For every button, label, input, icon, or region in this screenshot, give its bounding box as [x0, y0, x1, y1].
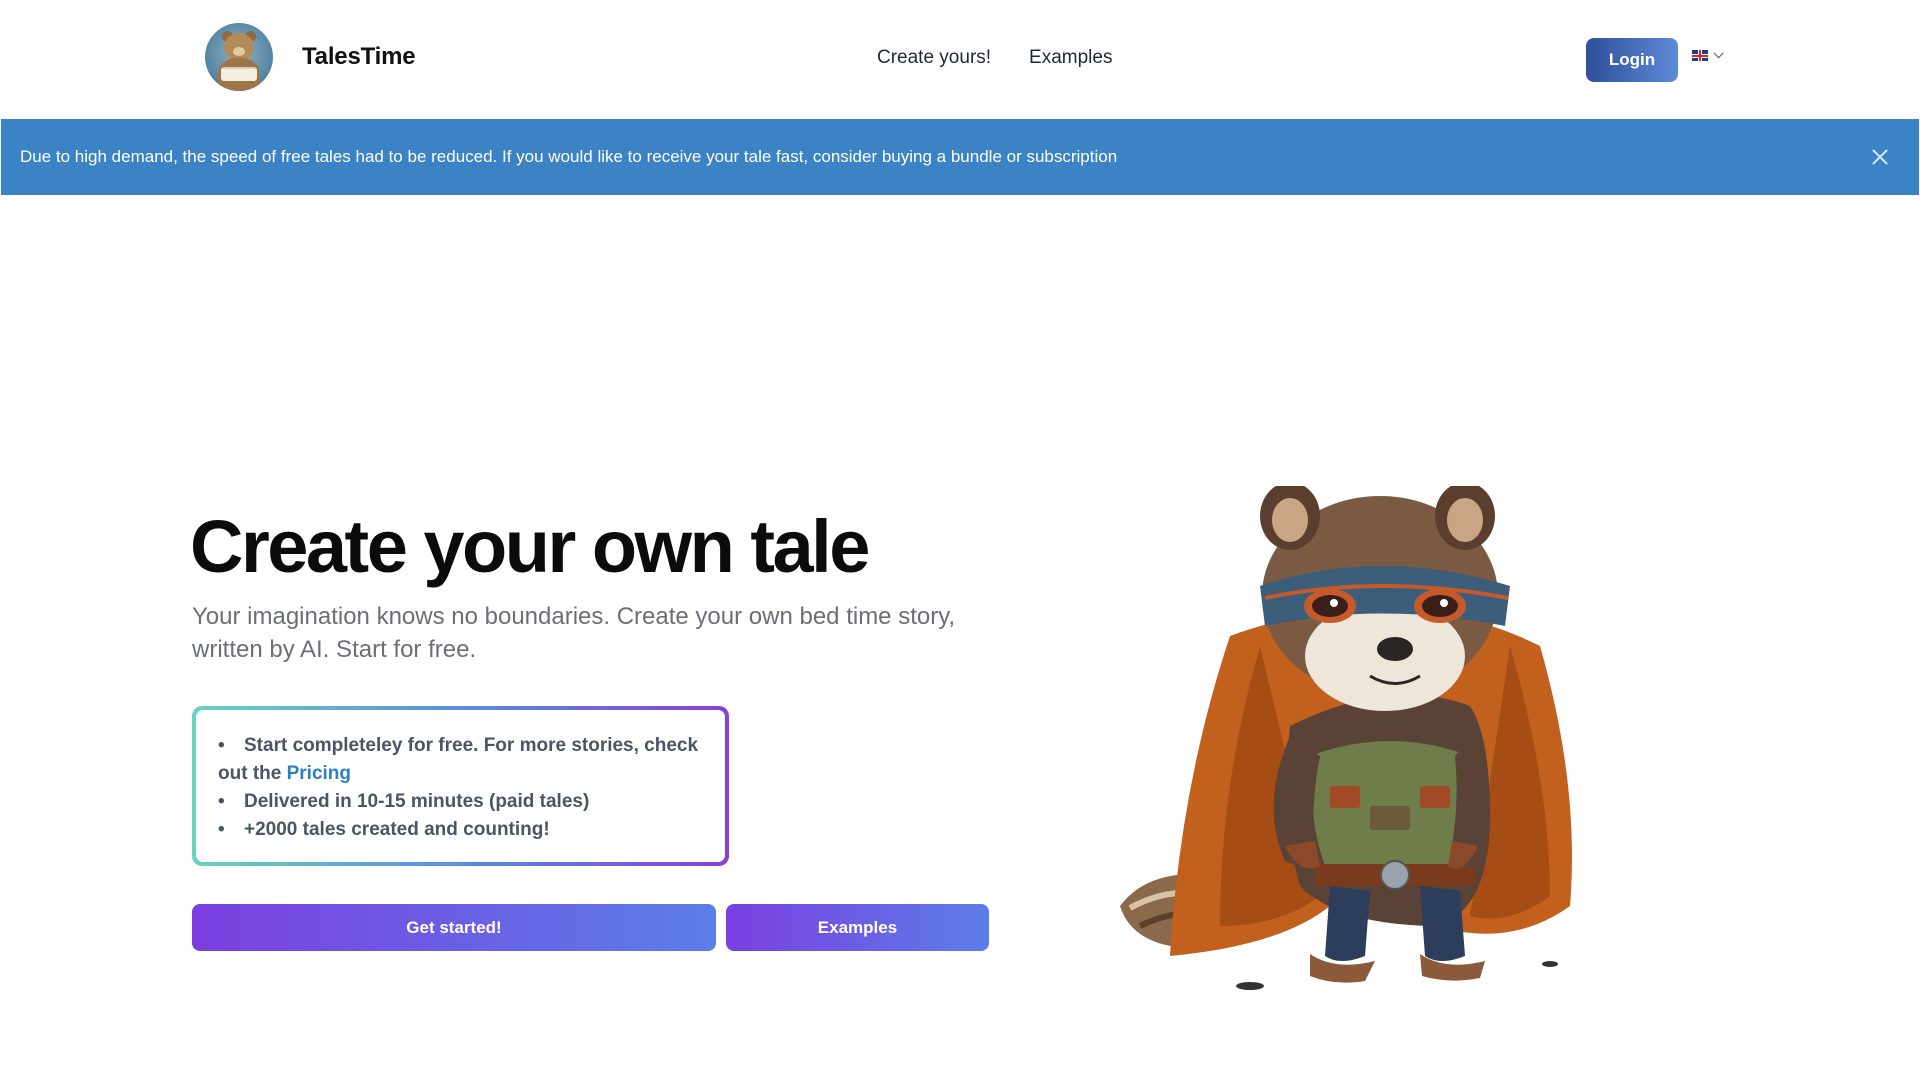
pricing-link[interactable]: Pricing [287, 763, 351, 784]
hero-subtitle: Your imagination knows no boundaries. Cr… [192, 603, 956, 663]
brand-home-link[interactable]: TalesTime [205, 23, 416, 91]
examples-button[interactable]: Examples [726, 904, 989, 951]
chevron-down-icon [1713, 48, 1724, 59]
uk-flag-icon [1692, 50, 1708, 61]
feature-item-delivery: Delivered in 10-15 minutes (paid tales) [218, 788, 703, 816]
language-selector[interactable] [1692, 48, 1724, 61]
feature-item-free: Start completeley for free. For more sto… [192, 732, 703, 788]
feature-list: Start completeley for free. For more sto… [192, 732, 703, 844]
main-nav: Create yours! Examples [877, 47, 1112, 69]
site-header: TalesTime Create yours! Examples Login [0, 0, 1920, 118]
nav-examples[interactable]: Examples [1029, 47, 1112, 69]
feature-item-count: +2000 tales created and counting! [218, 816, 703, 844]
brand-name: TalesTime [302, 43, 416, 70]
login-button[interactable]: Login [1586, 38, 1678, 82]
nav-create-yours[interactable]: Create yours! [877, 47, 991, 69]
demand-alert-banner: Due to high demand, the speed of free ta… [1, 119, 1919, 195]
alert-message: Due to high demand, the speed of free ta… [20, 147, 1118, 166]
raccoon-superhero-illustration [1120, 486, 1572, 990]
close-icon[interactable] [1869, 146, 1891, 168]
feature-box: Start completeley for free. For more sto… [192, 706, 729, 866]
get-started-button[interactable]: Get started! [192, 904, 716, 951]
hero-title: Create your own tale [190, 505, 870, 588]
bear-logo-icon [205, 23, 273, 91]
